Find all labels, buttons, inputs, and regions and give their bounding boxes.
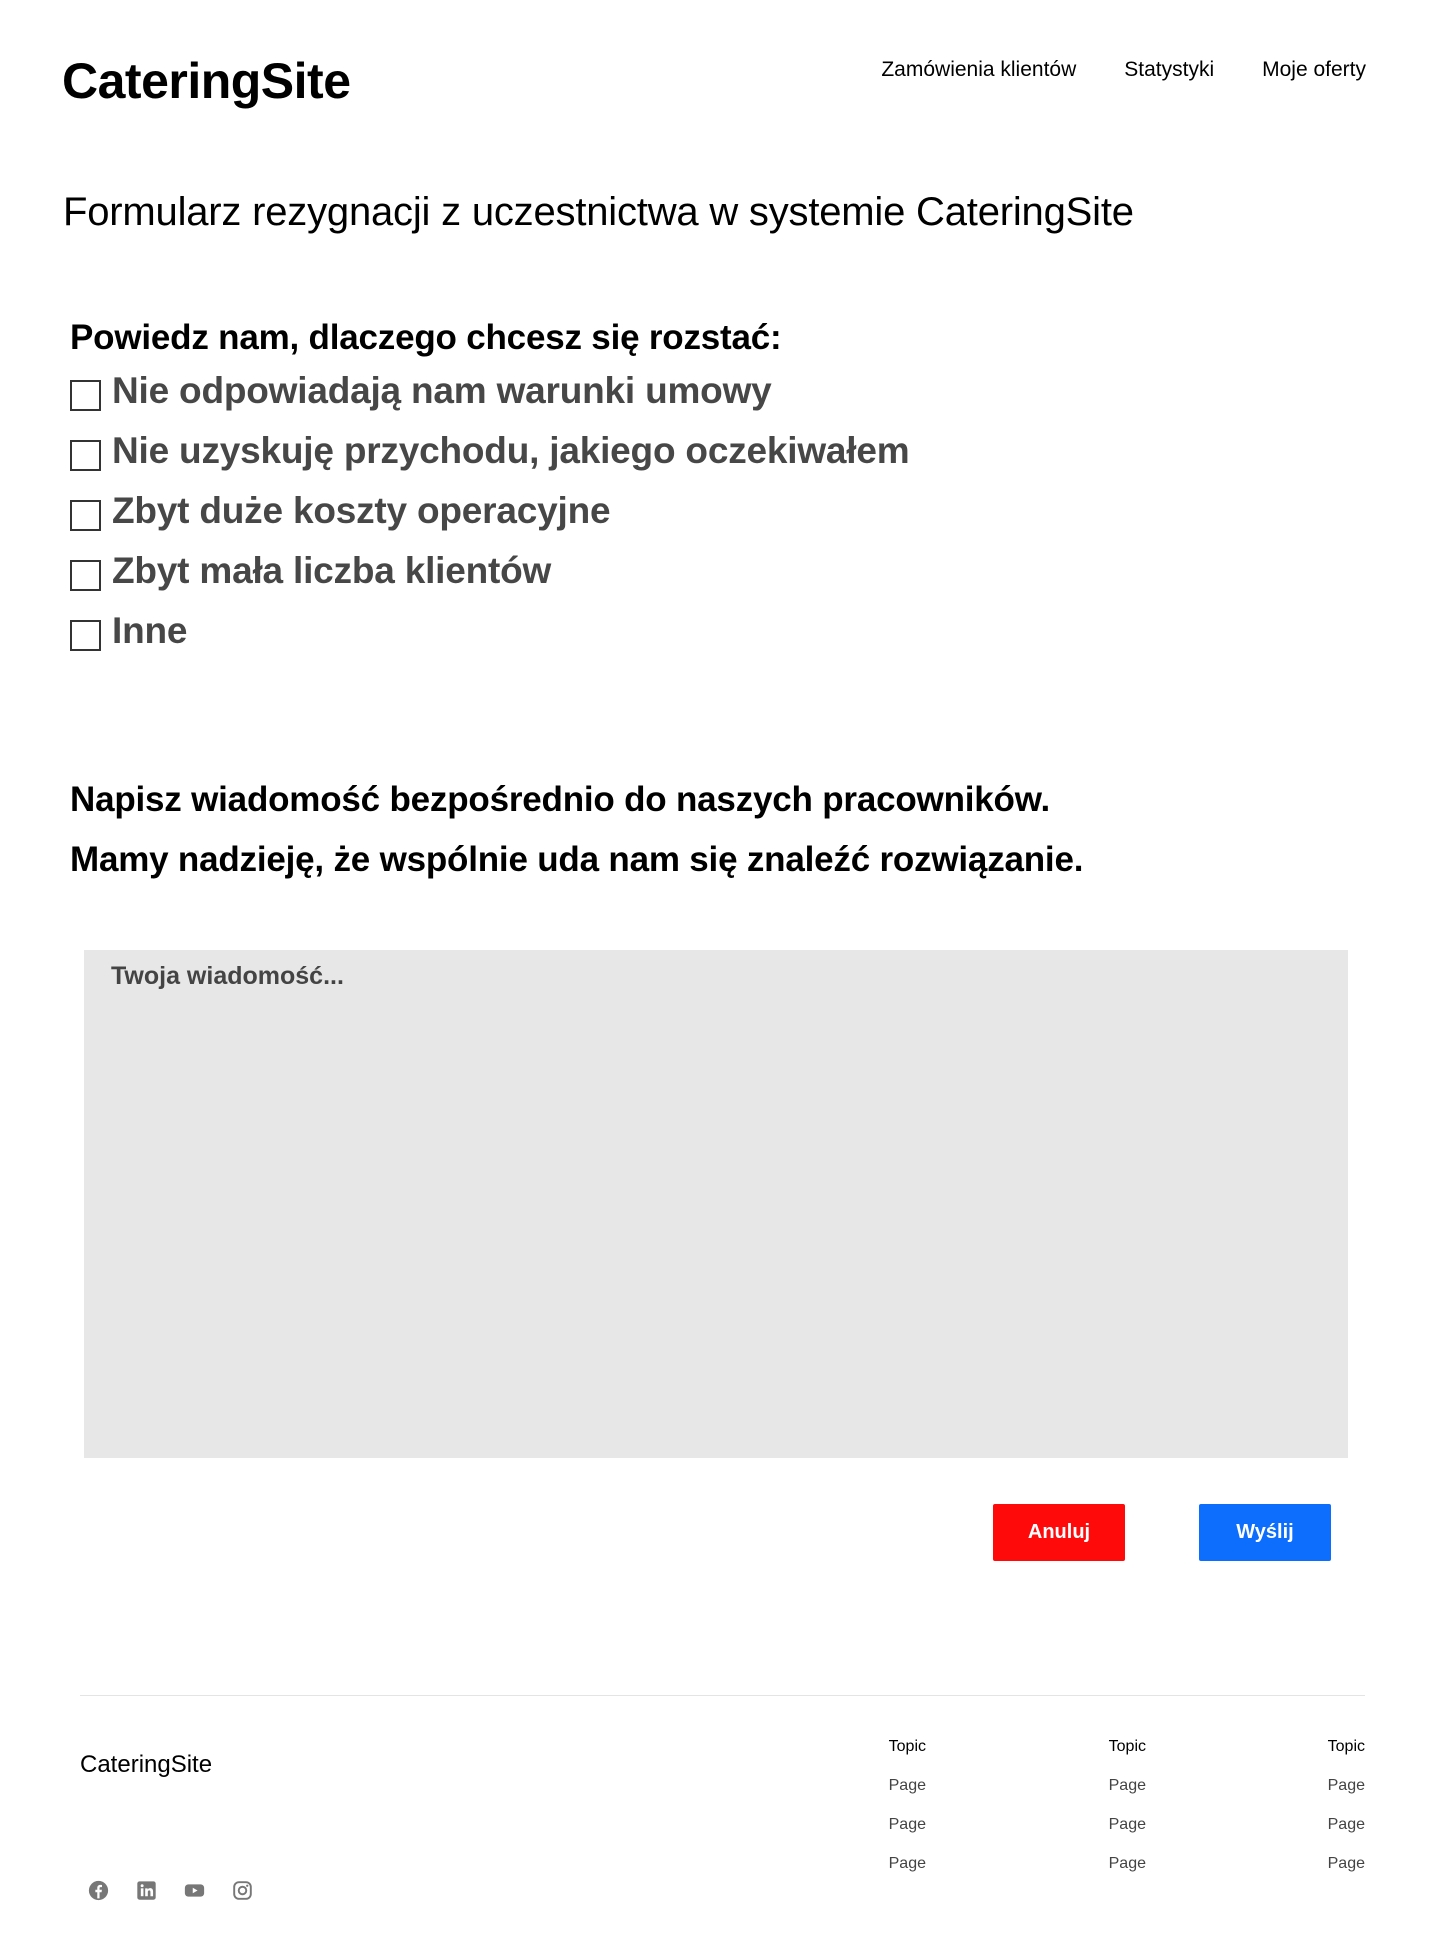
footer-column: Topic Page Page Page — [846, 1738, 926, 1879]
reasons-list: Nie odpowiadają nam warunki umowy Nie uz… — [70, 370, 910, 652]
page-title: Formularz rezygnacji z uczestnictwa w sy… — [63, 190, 1134, 234]
cancel-button[interactable]: Anuluj — [993, 1504, 1125, 1561]
footer-column: Topic Page Page Page — [1066, 1738, 1146, 1879]
reason-option[interactable]: Inne — [70, 610, 909, 652]
footer-column: Topic Page Page Page — [1285, 1738, 1365, 1879]
reason-checkbox[interactable] — [70, 559, 101, 591]
instagram-icon[interactable] — [232, 1880, 253, 1901]
footer-topic: Topic — [888, 1738, 926, 1755]
reasons-heading: Powiedz nam, dlaczego chcesz się rozstać… — [70, 318, 782, 357]
nav-item-customer-orders[interactable]: Zamówienia klientów — [881, 58, 1076, 82]
footer-divider — [80, 1695, 1365, 1696]
footer-topic: Topic — [1327, 1738, 1365, 1755]
message-intro: Napisz wiadomość bezpośrednio do naszych… — [70, 770, 1083, 890]
nav-item-my-offers[interactable]: Moje oferty — [1262, 58, 1366, 82]
reason-checkbox[interactable] — [70, 439, 101, 471]
site-logo[interactable]: CateringSite — [62, 52, 351, 110]
footer-page-link[interactable]: Page — [1066, 1777, 1146, 1801]
reason-label: Inne — [112, 610, 188, 651]
footer-page-link[interactable]: Page — [1066, 1816, 1146, 1840]
footer-page-link[interactable]: Page — [1285, 1855, 1365, 1879]
youtube-icon[interactable] — [184, 1880, 205, 1901]
nav-item-statistics[interactable]: Statystyki — [1124, 58, 1214, 82]
footer-topic: Topic — [1108, 1738, 1146, 1755]
footer-page-link[interactable]: Page — [1066, 1855, 1146, 1879]
page: CateringSite Zamówienia klientów Statyst… — [0, 0, 1440, 1953]
reason-option[interactable]: Zbyt mała liczba klientów — [70, 550, 909, 592]
reason-label: Nie uzyskuję przychodu, jakiego oczekiwa… — [112, 430, 910, 471]
reason-label: Nie odpowiadają nam warunki umowy — [112, 370, 772, 411]
reason-option[interactable]: Zbyt duże koszty operacyjne — [70, 490, 909, 532]
footer-page-link[interactable]: Page — [1285, 1816, 1365, 1840]
message-intro-line: Mamy nadzieję, że wspólnie uda nam się z… — [70, 840, 1084, 879]
message-intro-line: Napisz wiadomość bezpośrednio do naszych… — [70, 780, 1050, 819]
facebook-icon[interactable] — [88, 1880, 109, 1901]
footer-page-link[interactable]: Page — [846, 1855, 926, 1879]
footer-page-link[interactable]: Page — [846, 1816, 926, 1840]
send-button[interactable]: Wyślij — [1199, 1504, 1331, 1561]
message-textarea[interactable] — [84, 950, 1348, 1458]
main-nav: Zamówienia klientów Statystyki Moje ofer… — [881, 58, 1366, 82]
reason-label: Zbyt duże koszty operacyjne — [112, 490, 611, 531]
reason-option[interactable]: Nie uzyskuję przychodu, jakiego oczekiwa… — [70, 430, 910, 472]
footer-brand: CateringSite — [80, 1751, 213, 1778]
reason-label: Zbyt mała liczba klientów — [112, 550, 552, 591]
reason-checkbox[interactable] — [70, 379, 101, 411]
linkedin-icon[interactable] — [136, 1880, 157, 1901]
reason-checkbox[interactable] — [70, 619, 101, 651]
social-links — [88, 1880, 253, 1901]
reason-option[interactable]: Nie odpowiadają nam warunki umowy — [70, 370, 909, 412]
footer-page-link[interactable]: Page — [846, 1777, 926, 1801]
reason-checkbox[interactable] — [70, 499, 101, 531]
footer-page-link[interactable]: Page — [1285, 1777, 1365, 1801]
